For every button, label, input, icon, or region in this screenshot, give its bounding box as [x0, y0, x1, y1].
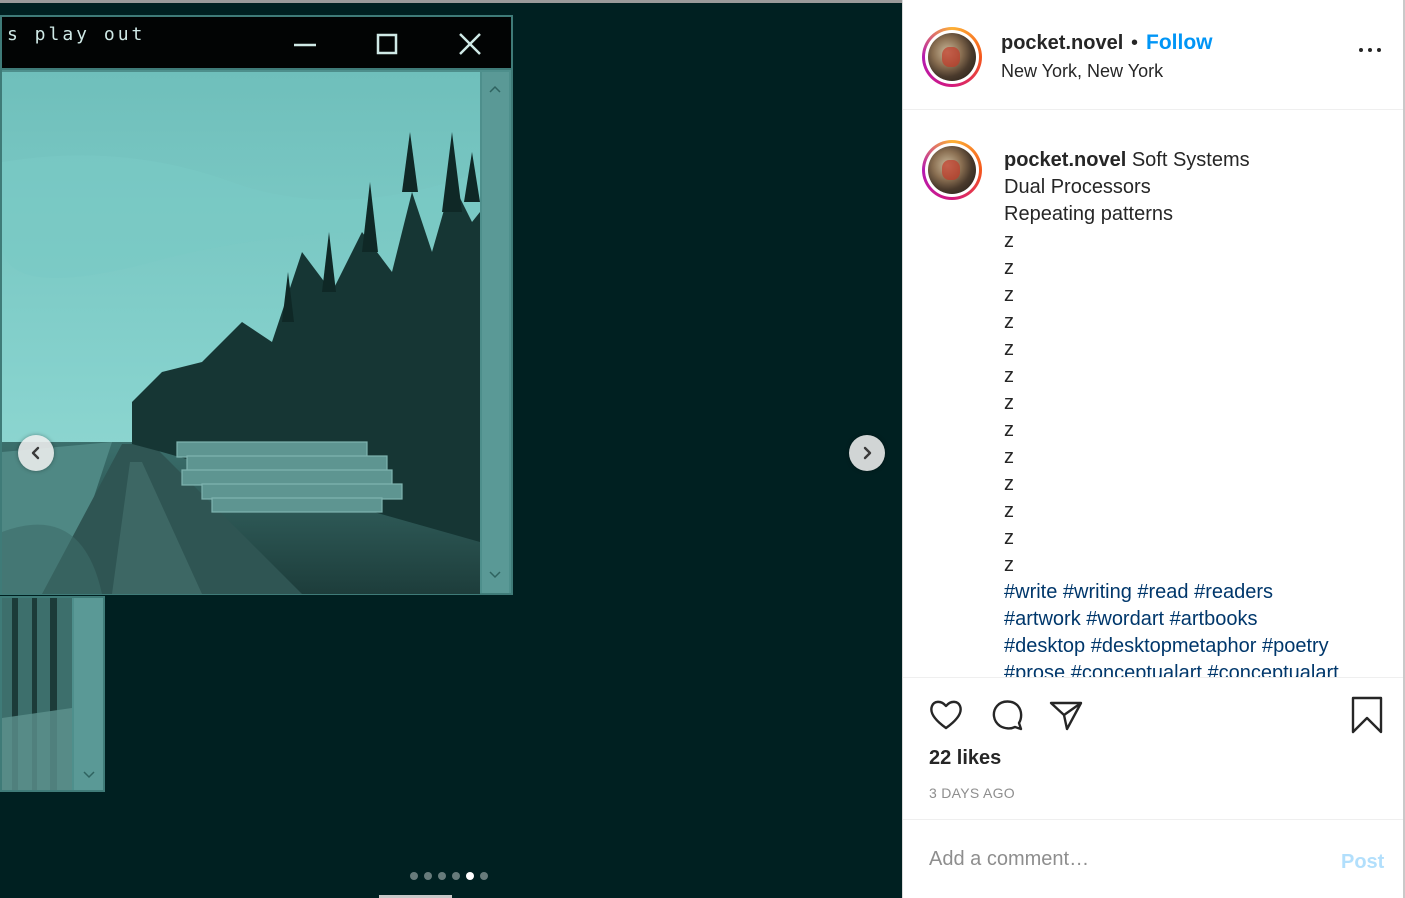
- avatar-image: [928, 146, 976, 194]
- caption-line: z: [1004, 338, 1014, 360]
- caption-line: z: [1004, 554, 1014, 576]
- chevron-left-icon: [31, 446, 40, 460]
- hashtag-line[interactable]: #prose #conceptualart #conceptualart: [1004, 660, 1374, 677]
- carousel-dot: [424, 872, 432, 880]
- window-title: s play out: [7, 24, 146, 45]
- caption-line: z: [1004, 446, 1014, 468]
- caption-section[interactable]: pocket.novel Soft Systems Dual Processor…: [903, 111, 1404, 677]
- share-icon[interactable]: [1047, 696, 1085, 734]
- follow-button[interactable]: Follow: [1146, 31, 1213, 55]
- hashtag-line[interactable]: #desktop #desktopmetaphor #poetry: [1004, 633, 1374, 660]
- forest-road-photo: [2, 72, 480, 594]
- comment-form: Post: [903, 819, 1404, 898]
- carousel-dot: [452, 872, 460, 880]
- post-actions: 22 likes 3 DAYS AGO: [903, 677, 1404, 801]
- caption-line: z: [1004, 365, 1014, 387]
- caption-line: Repeating patterns: [1004, 203, 1174, 225]
- post-timestamp[interactable]: 3 DAYS AGO: [929, 785, 1015, 801]
- window-scrollbar[interactable]: [482, 72, 509, 593]
- chevron-right-icon: [863, 446, 872, 460]
- post-header: pocket.novel • Follow New York, New York: [903, 0, 1404, 110]
- hashtag-line[interactable]: #write #writing #read #readers: [1004, 579, 1374, 606]
- location-link[interactable]: New York, New York: [1001, 61, 1163, 82]
- previous-slide-button[interactable]: [18, 435, 54, 471]
- caption-line: z: [1004, 284, 1014, 306]
- maximize-icon: [376, 33, 398, 55]
- bookmark-icon[interactable]: [1348, 696, 1386, 734]
- avatar[interactable]: [922, 27, 982, 87]
- window-scrollbar-secondary[interactable]: [74, 598, 103, 790]
- caption-line: z: [1004, 527, 1014, 549]
- caption-line: z: [1004, 230, 1014, 252]
- caption-line: Dual Processors: [1004, 176, 1151, 198]
- caption-title: Soft Systems: [1131, 149, 1250, 171]
- likes-count[interactable]: 22 likes: [929, 747, 1001, 770]
- caption-text: pocket.novel Soft Systems Dual Processor…: [1004, 147, 1374, 677]
- scroll-up-icon[interactable]: [488, 84, 502, 94]
- scroll-down-icon[interactable]: [82, 770, 96, 780]
- caption-username[interactable]: pocket.novel: [1004, 149, 1126, 171]
- heart-icon[interactable]: [927, 696, 965, 734]
- forest-photo-secondary: [2, 598, 72, 790]
- caption-line: z: [1004, 392, 1014, 414]
- post-comment-button[interactable]: Post: [1341, 851, 1384, 874]
- username-link[interactable]: pocket.novel: [1001, 32, 1123, 55]
- caption-line: z: [1004, 257, 1014, 279]
- window-titlebar: s play out: [2, 17, 511, 70]
- carousel-dot: [466, 872, 474, 880]
- close-icon: [459, 33, 481, 55]
- carousel-dot: [480, 872, 488, 880]
- carousel-dot: [410, 872, 418, 880]
- caption-line: z: [1004, 311, 1014, 333]
- separator-bullet: •: [1131, 32, 1139, 54]
- minimize-icon: [294, 43, 316, 47]
- carousel-dot: [438, 872, 446, 880]
- caption-avatar[interactable]: [922, 140, 982, 200]
- more-icon: [1359, 48, 1363, 52]
- more-options-button[interactable]: [1359, 46, 1381, 54]
- post-details-panel: pocket.novel • Follow New York, New York…: [902, 0, 1405, 898]
- caption-line: z: [1004, 419, 1014, 441]
- comment-icon[interactable]: [988, 696, 1026, 734]
- caption-line: z: [1004, 473, 1014, 495]
- hashtag-line[interactable]: #artwork #wordart #artbooks: [1004, 606, 1374, 633]
- caption-line: z: [1004, 500, 1014, 522]
- next-slide-button[interactable]: [849, 435, 885, 471]
- desktop-window-secondary: [0, 596, 105, 792]
- caption-first-line: pocket.novel Soft Systems: [1004, 147, 1374, 174]
- carousel-indicator: [410, 872, 488, 880]
- scroll-down-icon[interactable]: [488, 570, 502, 580]
- post-media: s play out: [0, 0, 902, 898]
- desktop-window: s play out: [0, 15, 513, 595]
- avatar-image: [928, 33, 976, 81]
- comment-input[interactable]: [929, 848, 1309, 871]
